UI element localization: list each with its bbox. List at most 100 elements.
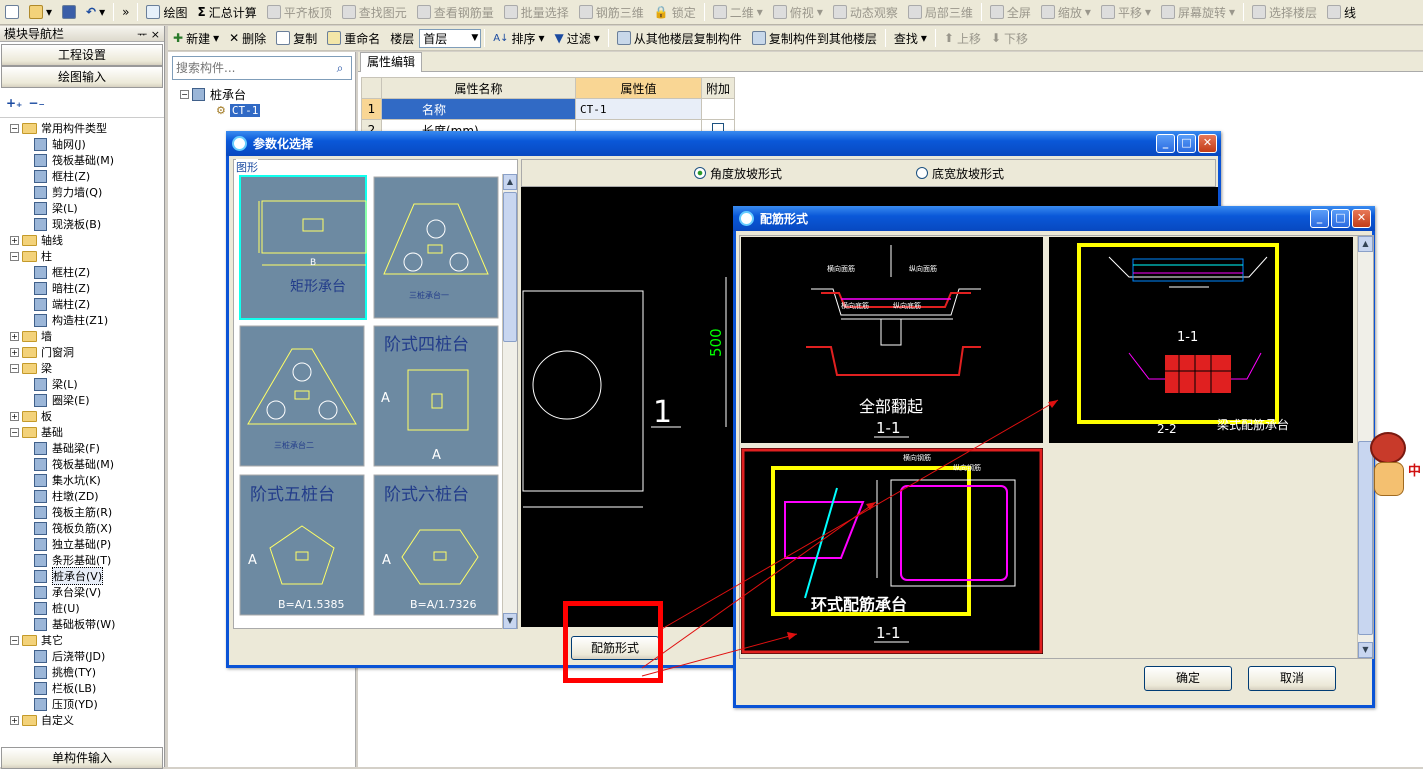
thumb-rect-cap[interactable]: B 矩形承台 bbox=[239, 175, 367, 320]
tree-item[interactable]: 柱墩(ZD) bbox=[10, 488, 164, 504]
thumb-stepped-5pile[interactable]: 阶式五桩台 A B=A/1.5385 bbox=[239, 474, 365, 616]
tree-item[interactable]: 筏板基础(M) bbox=[10, 456, 164, 472]
tree-item[interactable]: 承台梁(V) bbox=[10, 584, 164, 600]
thumb-three-pile-2[interactable]: 三桩承台二 bbox=[239, 325, 365, 467]
tree-item[interactable]: 压顶(YD) bbox=[10, 696, 164, 712]
open-button[interactable]: ▾ bbox=[24, 0, 57, 24]
rebar-option-full-bent[interactable]: 横向面筋 纵向面筋 横向底筋 纵向底筋 全部翻起 1-1 bbox=[741, 237, 1043, 443]
tree-folder[interactable]: − 基础 bbox=[10, 424, 164, 440]
minimize-button[interactable]: _ bbox=[1156, 134, 1175, 153]
rotate-button[interactable]: 屏幕旋转 ▾ bbox=[1156, 0, 1240, 24]
tree-item[interactable]: 圈梁(E) bbox=[10, 392, 164, 408]
tab-property-edit[interactable]: 属性编辑 bbox=[360, 52, 423, 72]
drawing-input-button[interactable]: 绘图输入 bbox=[1, 66, 163, 88]
radio-base-width-slope[interactable]: 底宽放坡形式 bbox=[916, 165, 1004, 182]
tree-folder[interactable]: − 常用构件类型 bbox=[10, 120, 164, 136]
view-rebar-button[interactable]: 查看钢筋量 bbox=[412, 0, 499, 24]
search-box[interactable]: ⌕ bbox=[172, 56, 352, 80]
tree-folder[interactable]: + 自定义 bbox=[10, 712, 164, 728]
maximize-button[interactable]: □ bbox=[1331, 209, 1350, 228]
align-top-button[interactable]: 平齐板顶 bbox=[262, 0, 337, 24]
batch-select-button[interactable]: 批量选择 bbox=[499, 0, 574, 24]
pan-button[interactable]: 平移 ▾ bbox=[1096, 0, 1156, 24]
search-icon[interactable]: ⌕ bbox=[329, 61, 351, 76]
calc-summary-button[interactable]: Σ 汇总计算 bbox=[192, 0, 261, 24]
fullscreen-button[interactable]: 全屏 bbox=[985, 0, 1036, 24]
single-input-button[interactable]: 单构件输入 bbox=[1, 747, 163, 769]
draw-button[interactable]: 绘图 bbox=[141, 0, 192, 24]
tree-item[interactable]: 轴网(J) bbox=[10, 136, 164, 152]
tree-item[interactable]: 筏板负筋(X) bbox=[10, 520, 164, 536]
tree-item[interactable]: 桩(U) bbox=[10, 600, 164, 616]
local-3d-button[interactable]: 局部三维 bbox=[903, 0, 978, 24]
tree-item[interactable]: 桩承台(V) bbox=[10, 567, 164, 585]
tree-item[interactable]: 现浇板(B) bbox=[10, 216, 164, 232]
tree-folder[interactable]: + 轴线 bbox=[10, 232, 164, 248]
property-row[interactable]: 1 名称 CT-1 bbox=[361, 98, 736, 120]
tree-item[interactable]: 框柱(Z) bbox=[10, 264, 164, 280]
delete-button[interactable]: ✕ 删除 bbox=[224, 26, 271, 50]
nav-pin-close[interactable]: ᅲ × bbox=[137, 26, 160, 42]
cancel-button[interactable]: 取消 bbox=[1248, 666, 1336, 691]
rebar-option-beam-type[interactable]: 1-1 2-2 梁式配筋承台 bbox=[1049, 237, 1353, 443]
thumb-stepped-4pile[interactable]: 阶式四桩台 A A bbox=[373, 325, 499, 467]
tree-root-pile-cap[interactable]: − 桩承台 bbox=[180, 86, 355, 102]
expand-all-icon[interactable]: +₊ bbox=[6, 96, 22, 110]
collapse-icon[interactable]: − bbox=[10, 363, 19, 373]
expand-icon[interactable]: + bbox=[10, 715, 19, 725]
undo-button[interactable]: ↶ ▾ bbox=[81, 0, 110, 24]
expand-icon[interactable]: + bbox=[10, 411, 19, 421]
maximize-button[interactable]: □ bbox=[1177, 134, 1196, 153]
select-floor-button[interactable]: 选择楼层 bbox=[1247, 0, 1322, 24]
tree-item[interactable]: 基础板带(W) bbox=[10, 616, 164, 632]
more-button[interactable]: » bbox=[117, 0, 134, 24]
find-button[interactable]: 查找 ▾ bbox=[889, 26, 932, 50]
tree-folder[interactable]: − 其它 bbox=[10, 632, 164, 648]
expand-icon[interactable]: + bbox=[10, 331, 19, 341]
project-settings-button[interactable]: 工程设置 bbox=[1, 44, 163, 66]
sort-button[interactable]: A↓ 排序 ▾ bbox=[488, 26, 549, 50]
tree-item[interactable]: 端柱(Z) bbox=[10, 296, 164, 312]
collapse-icon[interactable]: − bbox=[10, 251, 19, 261]
search-input[interactable] bbox=[173, 58, 329, 78]
ok-button[interactable]: 确定 bbox=[1144, 666, 1232, 691]
filter-button[interactable]: ▼ 过滤 ▾ bbox=[550, 26, 605, 50]
tree-folder[interactable]: + 板 bbox=[10, 408, 164, 424]
close-button[interactable]: ✕ bbox=[1198, 134, 1217, 153]
collapse-all-icon[interactable]: −₋ bbox=[28, 96, 44, 110]
tree-item[interactable]: 栏板(LB) bbox=[10, 680, 164, 696]
zoom-button[interactable]: 缩放 ▾ bbox=[1036, 0, 1096, 24]
tree-item[interactable]: 基础梁(F) bbox=[10, 440, 164, 456]
copy-to-floor-button[interactable]: 复制构件到其他楼层 bbox=[747, 26, 882, 50]
tree-item-ct1[interactable]: ⚙ CT-1 bbox=[216, 102, 355, 118]
tree-item[interactable]: 后浇带(JD) bbox=[10, 648, 164, 664]
tree-item[interactable]: 独立基础(P) bbox=[10, 536, 164, 552]
minimize-button[interactable]: _ bbox=[1310, 209, 1329, 228]
tree-item[interactable]: 条形基础(T) bbox=[10, 552, 164, 568]
collapse-icon[interactable]: − bbox=[10, 427, 19, 437]
tree-folder[interactable]: − 柱 bbox=[10, 248, 164, 264]
copy-button[interactable]: 复制 bbox=[271, 26, 322, 50]
tree-item[interactable]: 筏板主筋(R) bbox=[10, 504, 164, 520]
move-down-button[interactable]: ⬇ 下移 bbox=[986, 26, 1033, 50]
tree-item[interactable]: 梁(L) bbox=[10, 376, 164, 392]
scroll-thumb[interactable] bbox=[503, 192, 517, 342]
collapse-icon[interactable]: − bbox=[180, 89, 189, 99]
thumb-stepped-6pile[interactable]: 阶式六桩台 A B=A/1.7326 bbox=[373, 474, 499, 616]
save-button[interactable] bbox=[57, 0, 81, 24]
tree-item[interactable]: 梁(L) bbox=[10, 200, 164, 216]
scroll-up-arrow[interactable]: ▲ bbox=[503, 174, 517, 190]
rebar-3d-button[interactable]: 钢筋三维 bbox=[574, 0, 649, 24]
close-button[interactable]: ✕ bbox=[1352, 209, 1371, 228]
find-element-button[interactable]: 查找图元 bbox=[337, 0, 412, 24]
thumb-scrollbar[interactable]: ▲ ▼ bbox=[502, 174, 517, 629]
rename-button[interactable]: 重命名 bbox=[322, 26, 385, 50]
scroll-down-arrow[interactable]: ▼ bbox=[503, 613, 517, 629]
scroll-up-arrow[interactable]: ▲ bbox=[1358, 236, 1373, 252]
lock-button[interactable]: 🔒 锁定 bbox=[649, 0, 701, 24]
scroll-down-arrow[interactable]: ▼ bbox=[1358, 642, 1373, 658]
orbit-button[interactable]: 动态观察 bbox=[828, 0, 903, 24]
copy-from-floor-button[interactable]: 从其他楼层复制构件 bbox=[612, 26, 747, 50]
tree-item[interactable]: 筏板基础(M) bbox=[10, 152, 164, 168]
radio-angle-slope[interactable]: 角度放坡形式 bbox=[694, 165, 782, 182]
